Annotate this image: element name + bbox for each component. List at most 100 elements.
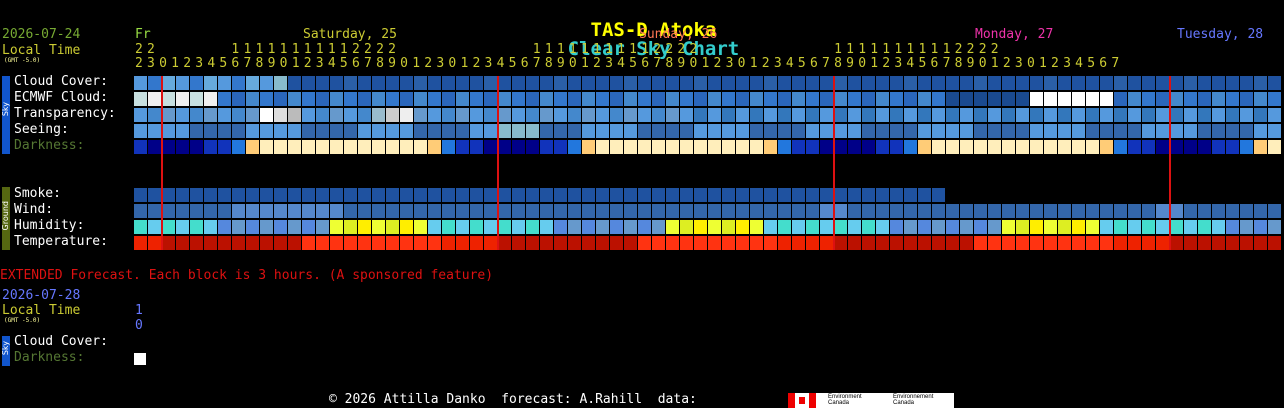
wind-cell[interactable] xyxy=(1016,204,1029,218)
wind-cell[interactable] xyxy=(694,204,707,218)
humidity-cell[interactable] xyxy=(400,220,413,234)
transparency-cell[interactable] xyxy=(1100,108,1113,122)
wind-cell[interactable] xyxy=(344,204,357,218)
humidity-cell[interactable] xyxy=(610,220,623,234)
darkness-cell[interactable] xyxy=(1044,140,1057,154)
temperature-cell[interactable] xyxy=(344,236,357,250)
wind-cell[interactable] xyxy=(638,204,651,218)
humidity-cell[interactable] xyxy=(316,220,329,234)
transparency-cell[interactable] xyxy=(638,108,651,122)
temperature-cell[interactable] xyxy=(400,236,413,250)
smoke-cell[interactable] xyxy=(190,188,203,202)
cloud-cell[interactable] xyxy=(302,76,315,90)
wind-cell[interactable] xyxy=(596,204,609,218)
seeing-cell[interactable] xyxy=(932,124,945,138)
ecmwf-cell[interactable] xyxy=(862,92,875,106)
darkness-cell[interactable] xyxy=(680,140,693,154)
temperature-cell[interactable] xyxy=(526,236,539,250)
wind-cell[interactable] xyxy=(1128,204,1141,218)
smoke-cell[interactable] xyxy=(498,188,511,202)
cloud-cell[interactable] xyxy=(1212,76,1225,90)
ecmwf-cell[interactable] xyxy=(680,92,693,106)
darkness-cell[interactable] xyxy=(260,140,273,154)
wind-cell[interactable] xyxy=(792,204,805,218)
wind-cell[interactable] xyxy=(526,204,539,218)
ecmwf-cell[interactable] xyxy=(1128,92,1141,106)
temperature-cell[interactable] xyxy=(288,236,301,250)
transparency-cell[interactable] xyxy=(190,108,203,122)
temperature-cell[interactable] xyxy=(204,236,217,250)
transparency-cell[interactable] xyxy=(960,108,973,122)
temperature-cell[interactable] xyxy=(680,236,693,250)
seeing-cell[interactable] xyxy=(722,124,735,138)
transparency-cell[interactable] xyxy=(512,108,525,122)
wind-cell[interactable] xyxy=(680,204,693,218)
temperature-cell[interactable] xyxy=(1184,236,1197,250)
cloud-cell[interactable] xyxy=(456,76,469,90)
ecmwf-cell[interactable] xyxy=(722,92,735,106)
cloud-cell[interactable] xyxy=(568,76,581,90)
seeing-cell[interactable] xyxy=(1226,124,1239,138)
humidity-cell[interactable] xyxy=(736,220,749,234)
seeing-cell[interactable] xyxy=(316,124,329,138)
temperature-cell[interactable] xyxy=(960,236,973,250)
ecmwf-cell[interactable] xyxy=(554,92,567,106)
temperature-cell[interactable] xyxy=(652,236,665,250)
ecmwf-cell[interactable] xyxy=(274,92,287,106)
wind-cell[interactable] xyxy=(1058,204,1071,218)
cloud-cell[interactable] xyxy=(736,76,749,90)
humidity-cell[interactable] xyxy=(750,220,763,234)
darkness-cell[interactable] xyxy=(820,140,833,154)
seeing-cell[interactable] xyxy=(694,124,707,138)
temperature-cell[interactable] xyxy=(1142,236,1155,250)
cloud-cell[interactable] xyxy=(428,76,441,90)
humidity-cell[interactable] xyxy=(1002,220,1015,234)
wind-cell[interactable] xyxy=(1100,204,1113,218)
smoke-cell[interactable] xyxy=(372,188,385,202)
temperature-cell[interactable] xyxy=(274,236,287,250)
ecmwf-cell[interactable] xyxy=(190,92,203,106)
cloud-cell[interactable] xyxy=(1226,76,1239,90)
temperature-cell[interactable] xyxy=(708,236,721,250)
temperature-cell[interactable] xyxy=(722,236,735,250)
cloud-cell[interactable] xyxy=(1254,76,1267,90)
ecmwf-cell[interactable] xyxy=(568,92,581,106)
temperature-cell[interactable] xyxy=(498,236,511,250)
ecmwf-cell[interactable] xyxy=(666,92,679,106)
temperature-cell[interactable] xyxy=(1254,236,1267,250)
seeing-cell[interactable] xyxy=(890,124,903,138)
humidity-cell[interactable] xyxy=(204,220,217,234)
transparency-cell[interactable] xyxy=(358,108,371,122)
smoke-cell[interactable] xyxy=(148,188,161,202)
darkness-cell[interactable] xyxy=(1198,140,1211,154)
ecmwf-cell[interactable] xyxy=(1170,92,1183,106)
ecmwf-cell[interactable] xyxy=(1086,92,1099,106)
temperature-cell[interactable] xyxy=(596,236,609,250)
wind-cell[interactable] xyxy=(246,204,259,218)
humidity-cell[interactable] xyxy=(162,220,175,234)
ecmwf-cell[interactable] xyxy=(1030,92,1043,106)
transparency-cell[interactable] xyxy=(1086,108,1099,122)
smoke-cell[interactable] xyxy=(568,188,581,202)
cloud-cell[interactable] xyxy=(218,76,231,90)
transparency-cell[interactable] xyxy=(1226,108,1239,122)
environment-canada-logo[interactable]: Environment Canada Environnement Canada xyxy=(788,393,954,408)
temperature-cell[interactable] xyxy=(246,236,259,250)
wind-cell[interactable] xyxy=(232,204,245,218)
ecmwf-cell[interactable] xyxy=(1142,92,1155,106)
ecmwf-cell[interactable] xyxy=(988,92,1001,106)
darkness-cell[interactable] xyxy=(386,140,399,154)
transparency-cell[interactable] xyxy=(876,108,889,122)
wind-cell[interactable] xyxy=(1212,204,1225,218)
transparency-cell[interactable] xyxy=(582,108,595,122)
humidity-cell[interactable] xyxy=(498,220,511,234)
cloud-cell[interactable] xyxy=(1086,76,1099,90)
humidity-cell[interactable] xyxy=(1254,220,1267,234)
cloud-cell[interactable] xyxy=(764,76,777,90)
darkness-cell[interactable] xyxy=(862,140,875,154)
transparency-cell[interactable] xyxy=(1114,108,1127,122)
smoke-cell[interactable] xyxy=(876,188,889,202)
darkness-cell[interactable] xyxy=(1184,140,1197,154)
darkness-cell[interactable] xyxy=(652,140,665,154)
wind-cell[interactable] xyxy=(288,204,301,218)
